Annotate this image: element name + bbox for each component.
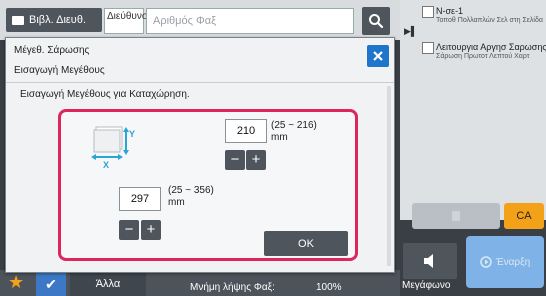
y-range-text: (25 ~ 216) mm	[271, 120, 317, 144]
address-book-button[interactable]: Βιβλ. Διευθ.	[6, 8, 102, 32]
disabled-button	[412, 203, 500, 229]
scan-size-dialog: Μέγεθ. Σάρωσης Εισαγωγή Μεγέθους Εισαγωγ…	[5, 37, 395, 273]
dialog-subtitle: Εισαγωγή Μεγέθους	[14, 65, 105, 76]
dialog-scrollbar[interactable]	[387, 86, 391, 266]
start-label: Έναρξη	[495, 256, 531, 268]
ca-button[interactable]: CA	[504, 203, 544, 229]
y-axis-label: Y	[129, 129, 136, 139]
address-book-icon	[12, 15, 24, 25]
play-icon[interactable]: ▶▌	[404, 26, 417, 37]
x-range-text: (25 ~ 356) mm	[168, 185, 214, 209]
x-axis-label: X	[103, 160, 110, 170]
ok-button[interactable]: OK	[264, 231, 348, 256]
job-panel	[400, 0, 546, 220]
search-button[interactable]	[362, 7, 390, 35]
paper-size-icon	[91, 126, 129, 160]
check-icon: ✔	[45, 275, 57, 292]
instruction-text: Εισαγωγή Μεγέθους για Καταχώρηση.	[20, 89, 190, 100]
job-subtitle: Τοποθ Πολλαπλών Σελ στη Σελίδα	[436, 17, 543, 24]
dialog-divider	[6, 82, 394, 83]
job-title: Ν-σε-1	[436, 6, 464, 16]
other-tab[interactable]: Άλλα	[70, 272, 146, 296]
speaker-button[interactable]	[403, 243, 457, 279]
y-size-input[interactable]: 210	[225, 119, 267, 143]
y-range: (25 ~ 216)	[271, 120, 317, 131]
close-icon	[373, 51, 383, 61]
x-size-input[interactable]: 297	[119, 187, 161, 211]
speaker-icon	[424, 254, 433, 268]
star-icon[interactable]: ★	[8, 272, 24, 293]
x-minus-button[interactable]: −	[119, 220, 139, 240]
dialog-title: Μέγεθ. Σάρωσης	[14, 45, 90, 56]
job-subtitle: Σάρωση Πρωτοτ Λεπτού Χαρτ	[436, 53, 530, 60]
receive-memory-label: Μνήμη λήψης Φαξ:	[190, 282, 275, 293]
start-button[interactable]: Έναρξη	[466, 236, 544, 288]
close-button[interactable]	[367, 45, 389, 67]
address-book-label: Βιβλ. Διευθ.	[29, 14, 86, 26]
receive-memory-value: 100%	[316, 282, 342, 293]
job-item-slow-scan[interactable]: Λειτουργια Αργησ Σαρωσης Σάρωση Πρωτοτ Λ…	[418, 42, 546, 62]
speaker-label: Μεγάφωνο	[402, 280, 451, 291]
y-unit: mm	[271, 132, 288, 143]
job-checkbox[interactable]	[422, 6, 434, 18]
x-range: (25 ~ 356)	[168, 185, 214, 196]
document-icon	[452, 211, 460, 221]
job-title: Λειτουργια Αργησ Σαρωσης	[436, 42, 546, 52]
x-unit: mm	[168, 197, 185, 208]
y-plus-button[interactable]: +	[246, 150, 266, 170]
start-icon	[480, 256, 492, 268]
fax-number-input[interactable]: Αριθμός Φαξ	[146, 8, 354, 34]
check-tab[interactable]: ✔	[36, 272, 66, 296]
job-item-n-up[interactable]: Ν-σε-1 Τοποθ Πολλαπλών Σελ στη Σελίδα	[418, 6, 546, 26]
y-minus-button[interactable]: −	[225, 150, 245, 170]
address-label[interactable]: Διεύθυνση	[104, 8, 154, 34]
search-icon	[369, 14, 384, 29]
x-plus-button[interactable]: +	[141, 220, 161, 240]
job-checkbox[interactable]	[422, 42, 434, 54]
